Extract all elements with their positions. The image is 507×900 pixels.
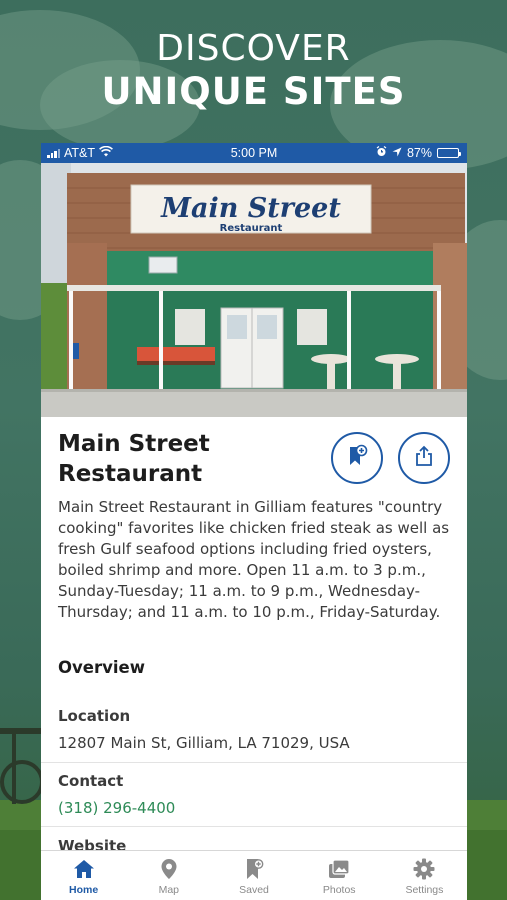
home-icon — [73, 857, 95, 881]
place-photo[interactable]: Main Street Restaurant 12807 — [41, 163, 467, 417]
map-pin-icon — [160, 857, 178, 881]
divider — [41, 826, 467, 827]
divider — [41, 762, 467, 763]
status-bar: AT&T 5:00 PM 87% — [41, 143, 467, 163]
location-label: Location — [58, 707, 131, 725]
tab-bar: Home Map Saved Photos Settings — [41, 850, 467, 900]
tab-label: Map — [158, 884, 180, 896]
tab-settings[interactable]: Settings — [382, 851, 467, 900]
alarm-icon — [376, 146, 387, 160]
contact-label: Contact — [58, 772, 124, 790]
place-description: Main Street Restaurant in Gilliam featur… — [58, 498, 450, 621]
save-place-button[interactable] — [331, 432, 383, 484]
promo-headline: DISCOVER UNIQUE SITES — [0, 28, 507, 114]
tab-photos[interactable]: Photos — [297, 851, 382, 900]
photos-icon — [328, 857, 350, 881]
contact-phone-link[interactable]: (318) 296-4400 — [58, 799, 175, 817]
share-icon — [413, 445, 435, 471]
sign-sub-text: Restaurant — [220, 223, 283, 234]
share-button[interactable] — [398, 432, 450, 484]
tab-map[interactable]: Map — [126, 851, 211, 900]
promo-line-2: UNIQUE SITES — [101, 70, 406, 114]
gear-icon — [413, 857, 435, 881]
sign-main-text: Main Street — [160, 193, 341, 224]
tab-label: Saved — [239, 884, 269, 896]
location-value[interactable]: 12807 Main St, Gilliam, LA 71029, USA — [58, 734, 350, 752]
tab-label: Photos — [322, 884, 356, 896]
tab-label: Home — [69, 884, 99, 896]
battery-icon — [437, 148, 461, 158]
location-arrow-icon — [392, 146, 402, 160]
battery-percent: 87% — [406, 146, 432, 160]
tab-home[interactable]: Home — [41, 851, 126, 900]
tab-label: Settings — [405, 884, 444, 896]
promo-line-1: DISCOVER — [156, 28, 351, 69]
place-title: Main Street Restaurant — [58, 431, 210, 487]
bookmark-icon — [244, 857, 264, 881]
overview-heading: Overview — [58, 658, 145, 677]
bookmark-plus-icon — [345, 444, 369, 472]
tab-saved[interactable]: Saved — [211, 851, 296, 900]
phone-screen: AT&T 5:00 PM 87% Main Street Restaurant … — [41, 143, 467, 900]
